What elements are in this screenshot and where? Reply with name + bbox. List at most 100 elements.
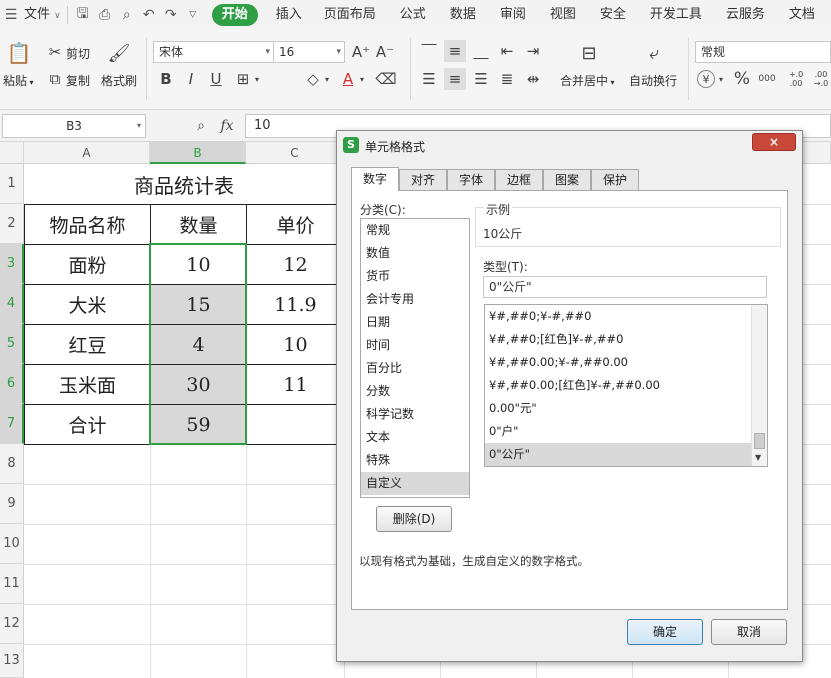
wrap-text-icon[interactable]: ⤶ <box>640 40 668 66</box>
redo-icon[interactable]: ↷ <box>160 0 182 30</box>
tab-start[interactable]: 开始 <box>211 4 258 26</box>
table-cell[interactable]: 玉米面 <box>24 364 151 405</box>
row-header[interactable]: 9 <box>0 484 24 524</box>
list-item[interactable]: 分数 <box>361 380 469 403</box>
decrease-indent-icon[interactable]: ⇤ <box>496 40 518 62</box>
scissors-icon[interactable]: ✂ <box>44 41 66 63</box>
type-list[interactable]: ¥#,##0;¥-#,##0 ¥#,##0;[红色]¥-#,##0 ¥#,##0… <box>484 304 768 467</box>
dialog-title-bar[interactable]: S 单元格格式 × <box>337 131 802 159</box>
table-cell[interactable]: 4 <box>150 324 247 365</box>
tab-developer[interactable]: 开发工具 <box>638 0 714 30</box>
row-header[interactable]: 8 <box>0 444 24 484</box>
table-cell[interactable]: 10 <box>150 244 247 285</box>
table-cell[interactable]: 15 <box>150 284 247 325</box>
justify-icon[interactable]: ≣ <box>496 68 518 90</box>
chevron-down-icon[interactable]: ▾ <box>251 68 263 90</box>
column-header-a[interactable]: A <box>24 142 150 164</box>
list-item[interactable]: 0.00"元" <box>485 397 767 420</box>
table-cell[interactable]: 11 <box>246 364 345 405</box>
header-cell[interactable]: 单价 <box>246 204 345 245</box>
table-cell[interactable]: 11.9 <box>246 284 345 325</box>
list-item[interactable]: 会计专用 <box>361 288 469 311</box>
percent-icon[interactable]: % <box>731 68 753 90</box>
list-item[interactable]: 特殊 <box>361 449 469 472</box>
row-header[interactable]: 5 <box>0 324 24 364</box>
list-item[interactable]: 0"户" <box>485 420 767 443</box>
table-cell[interactable] <box>246 404 345 445</box>
table-cell[interactable]: 大米 <box>24 284 151 325</box>
chevron-down-icon[interactable]: ▾ <box>715 68 727 90</box>
format-painter-icon[interactable]: 🖌 <box>106 40 132 66</box>
save-icon[interactable]: 🖫 <box>72 0 94 30</box>
row-header[interactable]: 13 <box>0 644 24 678</box>
list-item[interactable]: 数值 <box>361 242 469 265</box>
tab-page-layout[interactable]: 页面布局 <box>312 0 388 30</box>
tab-cloud[interactable]: 云服务 <box>714 0 777 30</box>
tab-insert[interactable]: 插入 <box>266 0 312 30</box>
table-title[interactable]: 商品统计表 <box>24 164 344 204</box>
chevron-down-icon[interactable]: ▾ <box>356 68 368 90</box>
list-item[interactable]: 日期 <box>361 311 469 334</box>
copy-button[interactable]: 复制 <box>66 72 90 89</box>
list-item[interactable]: 常规 <box>361 219 469 242</box>
increase-font-icon[interactable]: A⁺ <box>350 41 372 63</box>
align-center-icon[interactable]: ≡ <box>444 68 466 90</box>
distributed-icon[interactable]: ⇹ <box>522 68 544 90</box>
thousands-separator-icon[interactable]: 000 <box>755 68 779 90</box>
align-middle-icon[interactable]: ≡ <box>444 40 466 62</box>
scrollbar[interactable]: ▼ <box>751 305 767 466</box>
list-item-selected[interactable]: 自定义 <box>361 472 469 495</box>
merge-center-button[interactable]: 合并居中 ▾ <box>560 72 615 89</box>
list-item[interactable]: 文本 <box>361 426 469 449</box>
row-header[interactable]: 3 <box>0 244 24 284</box>
number-format-select[interactable]: 常规 <box>695 41 831 63</box>
tab-pattern[interactable]: 图案 <box>543 169 591 191</box>
italic-icon[interactable]: I <box>180 68 202 90</box>
undo-icon[interactable]: ↶ <box>138 0 160 30</box>
chevron-down-icon[interactable]: ▾ <box>321 68 333 90</box>
list-item[interactable]: 时间 <box>361 334 469 357</box>
tab-data[interactable]: 数据 <box>438 0 488 30</box>
tab-security[interactable]: 安全 <box>588 0 638 30</box>
bold-icon[interactable]: B <box>155 68 177 90</box>
name-box[interactable]: B3 ▾ <box>2 114 146 138</box>
paste-button[interactable]: 粘贴 ▾ <box>3 72 34 89</box>
row-header[interactable]: 10 <box>0 524 24 564</box>
list-item[interactable]: ¥#,##0.00;[红色]¥-#,##0.00 <box>485 374 767 397</box>
column-header-c[interactable]: C <box>246 142 344 164</box>
tab-review[interactable]: 审阅 <box>488 0 538 30</box>
tab-alignment[interactable]: 对齐 <box>399 169 447 191</box>
list-item[interactable]: 百分比 <box>361 357 469 380</box>
list-item[interactable]: ¥#,##0;[红色]¥-#,##0 <box>485 328 767 351</box>
list-item[interactable]: 科学记数 <box>361 403 469 426</box>
tab-border[interactable]: 边框 <box>495 169 543 191</box>
paste-icon[interactable]: 📋 <box>6 40 32 66</box>
decrease-decimal-icon[interactable]: .00 →.0 <box>810 68 831 90</box>
zoom-icon[interactable]: ⌕ <box>190 115 212 137</box>
copy-icon[interactable]: ⧉ <box>44 68 66 90</box>
list-item[interactable]: ¥#,##0;¥-#,##0 <box>485 305 767 328</box>
select-all-corner[interactable] <box>0 142 24 164</box>
type-input[interactable]: 0"公斤" <box>483 276 767 298</box>
increase-indent-icon[interactable]: ⇥ <box>522 40 544 62</box>
merge-center-icon[interactable]: ⊟ <box>575 40 603 66</box>
tab-protection[interactable]: 保护 <box>591 169 639 191</box>
table-cell[interactable]: 59 <box>150 404 247 445</box>
list-item-selected[interactable]: 0"公斤" <box>485 443 751 466</box>
menu-file[interactable]: 文件 ∨ <box>22 0 63 30</box>
fx-icon[interactable]: fx <box>216 115 238 137</box>
format-painter-button[interactable]: 格式刷 <box>101 72 137 89</box>
row-header[interactable]: 11 <box>0 564 24 604</box>
table-cell[interactable]: 30 <box>150 364 247 405</box>
header-cell[interactable]: 数量 <box>150 204 247 245</box>
row-header[interactable]: 12 <box>0 604 24 644</box>
cancel-button[interactable]: 取消 <box>711 619 787 645</box>
underline-icon[interactable]: U <box>205 68 227 90</box>
tab-number[interactable]: 数字 <box>351 167 399 191</box>
table-cell[interactable]: 面粉 <box>24 244 151 285</box>
align-right-icon[interactable]: ☰ <box>470 68 492 90</box>
print-icon[interactable]: ⎙ <box>94 0 116 30</box>
list-item[interactable]: ¥#,##0.00;¥-#,##0.00 <box>485 351 767 374</box>
font-size-select[interactable]: 16 ▾ <box>273 41 345 63</box>
quick-access-dropdown-icon[interactable]: ▽ <box>182 0 204 30</box>
